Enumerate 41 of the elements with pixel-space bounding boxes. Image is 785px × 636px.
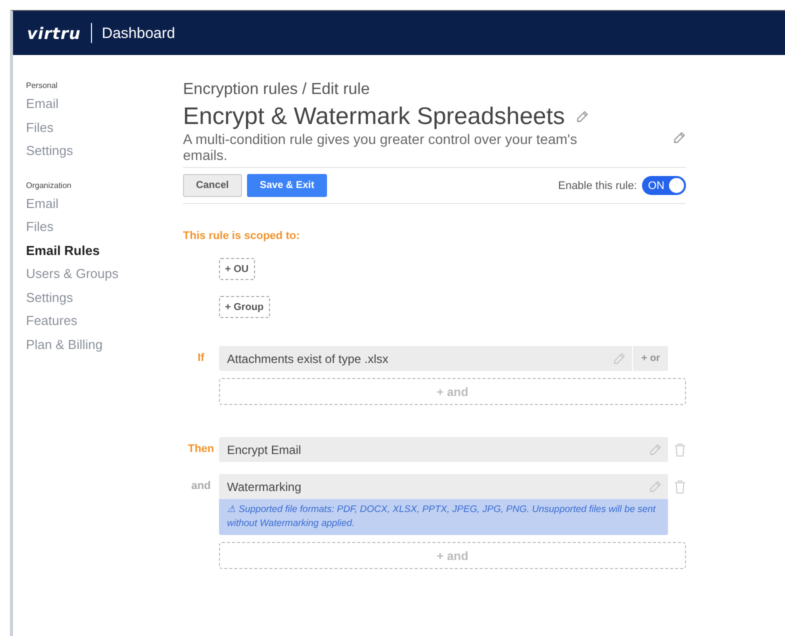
pencil-icon[interactable] [574,110,589,124]
scope-add-button[interactable]: + OU [219,258,255,280]
sidebar-item[interactable]: Files [26,120,54,134]
rule-description: A multi-condition rule gives you greater control over your team's emails. [183,131,578,163]
format-warning: ⚠ Supported file formats: PDF, DOCX, XLSX, PPTX, JPEG, JPG, PNG. Unsupported files will be sent without Watermarking applied. [219,499,668,535]
trash-icon[interactable] [674,443,686,457]
trash-icon[interactable] [674,480,686,494]
pencil-icon[interactable] [648,480,662,494]
sidebar-item[interactable]: Settings [26,290,73,304]
enable-toggle[interactable]: ON [642,176,686,195]
add-condition-button[interactable]: + and [219,378,686,405]
sidebar-heading: Organization [26,180,72,190]
or-button[interactable]: + or [632,346,668,371]
sidebar-item[interactable]: Plan & Billing [26,336,103,352]
pencil-icon[interactable] [648,442,662,456]
rule-title: Encrypt & Watermark Spreadsheets [183,103,565,131]
sidebar-item[interactable]: Files [26,219,54,234]
sidebar-item[interactable]: Email [26,196,59,210]
save-button[interactable]: Save & Exit [246,174,328,197]
condition-label: If [196,351,206,366]
add-action-button[interactable]: + and [219,542,686,569]
cancel-button[interactable]: Cancel [183,174,242,197]
pencil-icon[interactable] [672,131,686,145]
sidebar-item[interactable]: Users & Groups [26,266,118,281]
action-label: Then [186,442,216,457]
logo: virtru [27,24,81,42]
sidebar-item[interactable]: Email Rules [26,242,100,258]
condition-field[interactable]: Attachments exist of type .xlsx + or [219,346,668,371]
pencil-icon[interactable] [612,352,626,366]
scope-heading: This rule is scoped to: [183,230,301,242]
scope-add-button[interactable]: + Group [219,296,270,318]
action-label: and [190,479,212,494]
header-title: Dashboard [102,24,176,42]
sidebar-heading: Personal [26,81,59,90]
action-field[interactable]: Watermarking [219,474,668,499]
sidebar-item[interactable]: Settings [26,143,73,158]
breadcrumb: Encryption rules / Edit rule [183,81,371,99]
sidebar-item[interactable]: Features [26,313,78,328]
action-field[interactable]: Encrypt Email [219,437,668,462]
enable-label: Enable this rule: [558,180,637,192]
sidebar-item[interactable]: Email [26,96,59,111]
